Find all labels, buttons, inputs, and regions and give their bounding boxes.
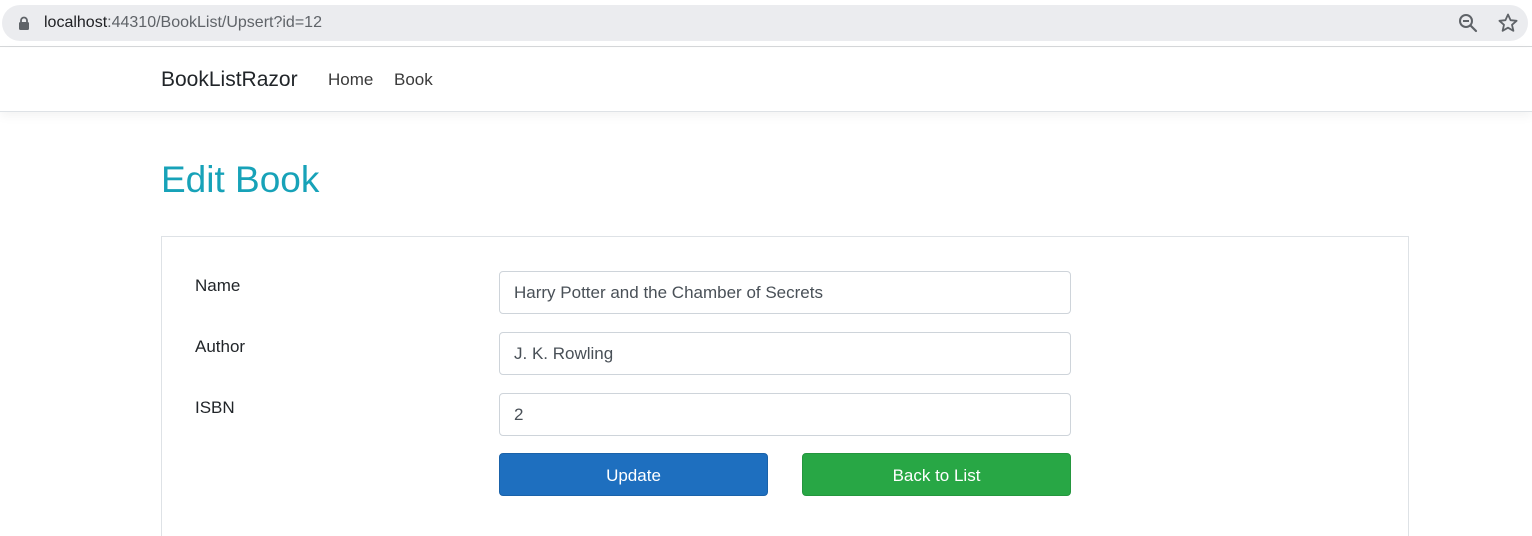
author-label: Author [195, 337, 246, 356]
isbn-label: ISBN [195, 398, 235, 417]
back-to-list-button[interactable]: Back to List [802, 453, 1071, 496]
navbar-brand[interactable]: BookListRazor [161, 67, 298, 93]
url-path: :44310/BookList/Upsert?id=12 [107, 14, 322, 31]
nav-link-home[interactable]: Home [328, 69, 373, 91]
page-title: Edit Book [161, 159, 320, 200]
address-bar[interactable]: localhost:44310/BookList/Upsert?id=12 [2, 5, 1528, 41]
name-input[interactable] [499, 271, 1071, 314]
url-host: localhost [44, 14, 108, 31]
browser-toolbar: localhost:44310/BookList/Upsert?id=12 [0, 0, 1532, 47]
author-input[interactable] [499, 332, 1071, 375]
zoom-out-icon[interactable] [1458, 13, 1478, 33]
url-text[interactable]: localhost:44310/BookList/Upsert?id=12 [44, 13, 322, 33]
star-icon[interactable] [1498, 13, 1518, 33]
name-label: Name [195, 276, 241, 295]
nav-link-book[interactable]: Book [394, 69, 433, 91]
navbar: BookListRazor Home Book [0, 48, 1532, 112]
update-button[interactable]: Update [499, 453, 768, 496]
isbn-input[interactable] [499, 393, 1071, 436]
lock-icon[interactable] [18, 16, 30, 30]
